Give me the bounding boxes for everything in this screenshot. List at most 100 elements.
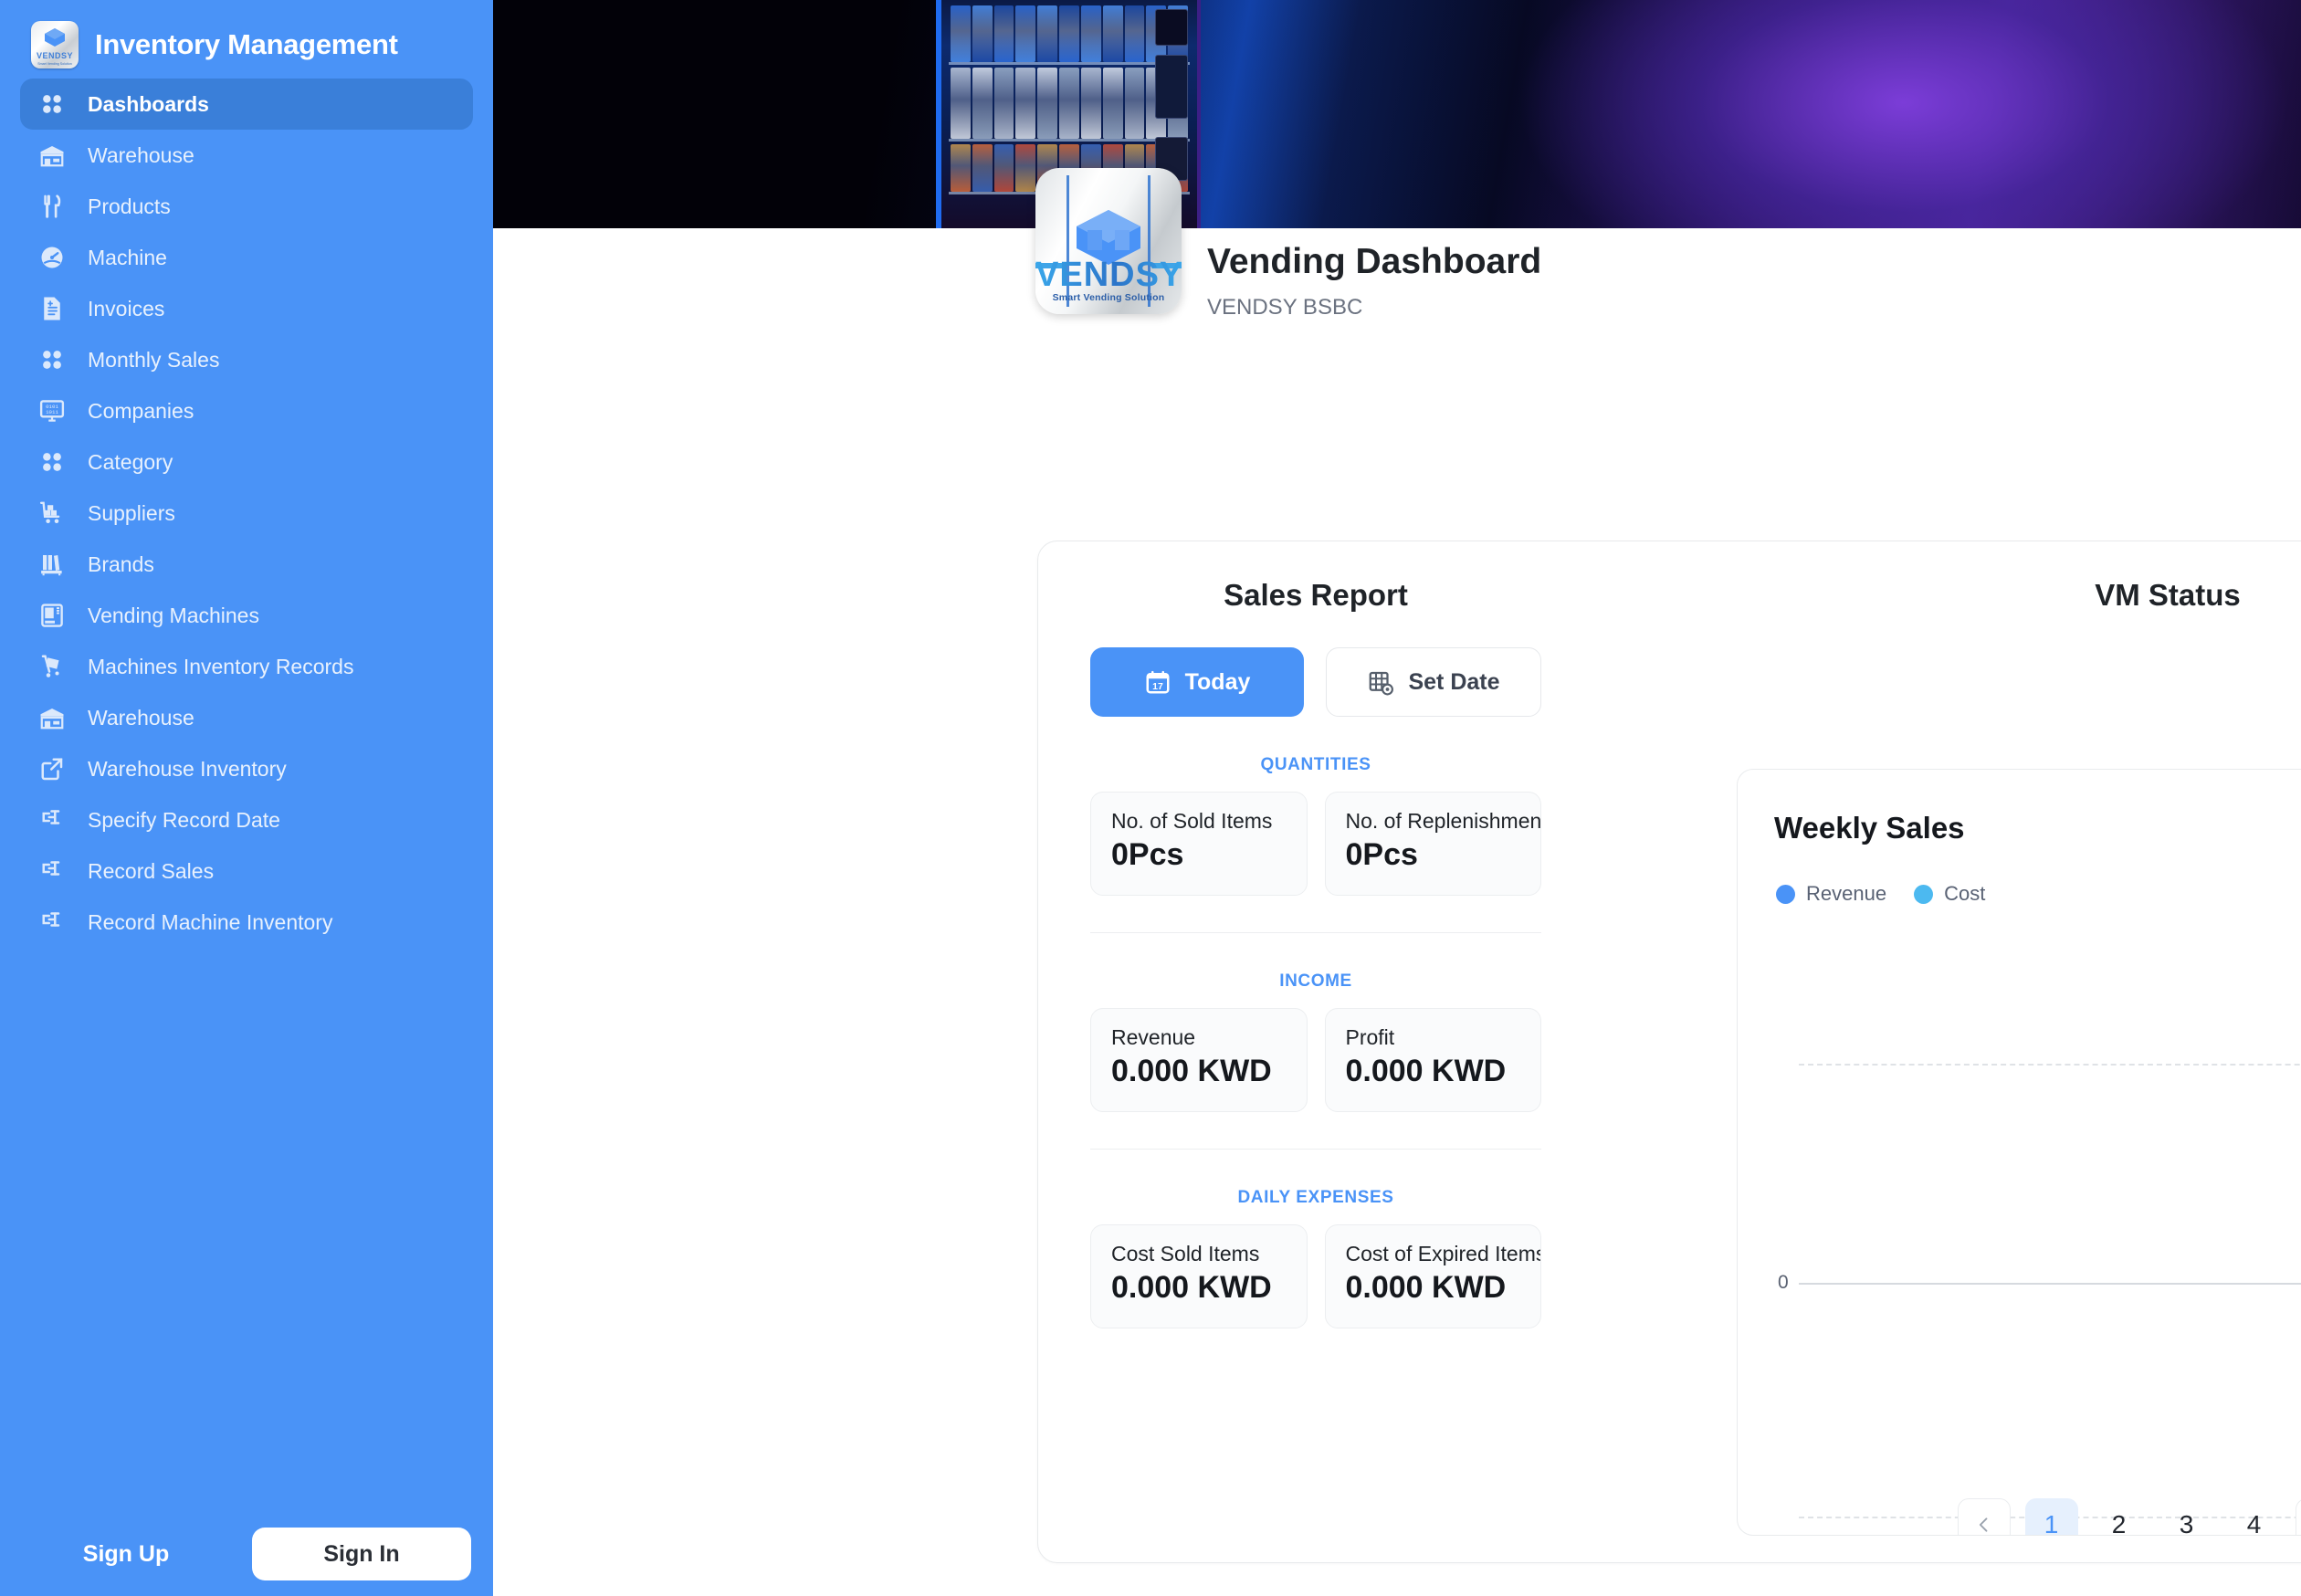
stat-card: No. of Replenishmen... 0Pcs — [1324, 792, 1541, 896]
sign-up-button[interactable]: Sign Up — [0, 1541, 252, 1568]
section-divider — [1090, 1149, 1541, 1150]
books-shelf-icon — [37, 549, 68, 580]
sidebar-item-label: Category — [88, 449, 173, 474]
calendar-17-icon: 17 — [1146, 670, 1170, 694]
link-node-icon — [37, 856, 68, 887]
sales-report-pane: Sales Report 17 Today Set Date QUANTITIE… — [1038, 541, 1593, 1562]
grid-dots-icon — [37, 446, 68, 478]
hero-banner-image — [493, 0, 2301, 228]
sidebar-item-label: Vending Machines — [88, 603, 259, 627]
sidebar-header: VENDSY Smart Vending Solution Inventory … — [0, 0, 493, 79]
legend-item-cost[interactable]: Cost — [1914, 882, 1985, 906]
legend-label-revenue: Revenue — [1806, 882, 1887, 905]
vending-product-row — [951, 68, 1188, 139]
sidebar-item-label: Dashboards — [88, 91, 209, 116]
stat-card: No. of Sold Items 0Pcs — [1090, 792, 1308, 896]
section-label-income: INCOME — [1279, 971, 1352, 991]
stat-card: Cost Sold Items 0.000 KWD — [1090, 1224, 1308, 1328]
set-date-button[interactable]: Set Date — [1326, 647, 1541, 717]
sidebar-item-warehouse[interactable]: Warehouse — [20, 130, 473, 181]
sign-in-button[interactable]: Sign In — [252, 1528, 471, 1580]
stat-row: Revenue 0.000 KWD Profit 0.000 KWD — [1090, 1008, 1541, 1112]
sidebar-item-vending-machines[interactable]: Vending Machines — [20, 590, 473, 641]
sidebar-item-dashboards[interactable]: Dashboards — [20, 79, 473, 130]
chart-title: Weekly Sales — [1774, 811, 1965, 845]
sales-report-title: Sales Report — [1224, 578, 1408, 612]
app-root: VENDSY Smart Vending Solution Inventory … — [0, 0, 2301, 1596]
today-button[interactable]: 17 Today — [1090, 647, 1304, 717]
pagination-prev-button[interactable] — [1957, 1498, 2011, 1535]
stat-card: Cost of Expired Items 0.000 KWD — [1324, 1224, 1541, 1328]
pagination-page-4[interactable]: 4 — [2228, 1498, 2281, 1535]
sidebar-item-warehouse[interactable]: Warehouse — [20, 692, 473, 743]
grid-dots-icon — [37, 344, 68, 375]
stat-label: No. of Replenishmen... — [1345, 809, 1541, 833]
sidebar-item-category[interactable]: Category — [20, 436, 473, 488]
app-logo-text: VENDSY — [36, 51, 73, 60]
weekly-sales-chart-card: Weekly Sales Revenue Cost 0 1 2 3 4 — [1737, 769, 2301, 1536]
vendsy-mark-icon — [45, 27, 65, 47]
chart-pagination: 1 2 3 4 — [1738, 1498, 2301, 1535]
svg-text:17: 17 — [1152, 681, 1163, 692]
sidebar-item-record-sales[interactable]: Record Sales — [20, 845, 473, 897]
stat-value: 0.000 KWD — [1111, 1270, 1272, 1305]
legend-item-revenue[interactable]: Revenue — [1776, 882, 1886, 906]
sidebar-item-brands[interactable]: Brands — [20, 539, 473, 590]
sidebar-item-label: Invoices — [88, 296, 165, 320]
sidebar-item-invoices[interactable]: Invoices — [20, 283, 473, 334]
profile-logo-text: VENDSY — [1035, 256, 1182, 294]
vending-control-panel — [1155, 55, 1188, 119]
sidebar-item-companies[interactable]: 0101 1011 Companies — [20, 385, 473, 436]
stat-card: Profit 0.000 KWD — [1324, 1008, 1541, 1112]
stat-card: Revenue 0.000 KWD — [1090, 1008, 1308, 1112]
stat-value: 0Pcs — [1111, 837, 1184, 872]
stat-value: 0Pcs — [1345, 837, 1418, 872]
chevron-left-icon — [1979, 1517, 1987, 1532]
warehouse-icon — [37, 140, 68, 171]
sidebar-item-warehouse-inventory[interactable]: Warehouse Inventory — [20, 743, 473, 794]
pagination-page-3[interactable]: 3 — [2160, 1498, 2213, 1535]
vm-status-title: VM Status — [2095, 578, 2241, 612]
pagination-page-2[interactable]: 2 — [2093, 1498, 2146, 1535]
sidebar-item-machine[interactable]: Machine — [20, 232, 473, 283]
vm-status-pane: VM Status Weekly Sales Revenue Cost 0 1 … — [1593, 541, 2301, 1562]
link-node-icon — [37, 907, 68, 938]
sidebar-item-label: Suppliers — [88, 500, 175, 525]
page-title: Vending Dashboard — [1207, 242, 1542, 281]
stat-value: 0.000 KWD — [1345, 1270, 1507, 1305]
sidebar-item-label: Machines Inventory Records — [88, 654, 354, 678]
sidebar-item-label: Record Sales — [88, 858, 215, 883]
chart-gridline-top — [1799, 1064, 2301, 1066]
fork-knife-icon — [37, 191, 68, 222]
sidebar-item-label: Monthly Sales — [88, 347, 220, 372]
page-subtitle: VENDSY BSBC — [1207, 295, 1363, 320]
chart-plot-area: 0 1/24/2024 1 2 3 4 — [1738, 1044, 2301, 1535]
legend-swatch-revenue — [1776, 884, 1795, 904]
sidebar-item-label: Specify Record Date — [88, 807, 280, 832]
section-divider — [1090, 932, 1541, 933]
pagination-next-button[interactable] — [2295, 1498, 2301, 1535]
sidebar-item-label: Warehouse — [88, 142, 194, 167]
set-date-button-label: Set Date — [1408, 668, 1500, 695]
app-title: Inventory Management — [95, 28, 398, 60]
sidebar-item-monthly-sales[interactable]: Monthly Sales — [20, 334, 473, 385]
sidebar-item-suppliers[interactable]: Suppliers — [20, 488, 473, 539]
sidebar-item-label: Machine — [88, 245, 167, 269]
stat-label: Revenue — [1111, 1025, 1196, 1049]
sidebar-item-products[interactable]: Products — [20, 181, 473, 232]
chart-y-tick-0: 0 — [1778, 1272, 1789, 1293]
vending-shelf — [949, 62, 1190, 65]
stat-label: No. of Sold Items — [1111, 809, 1273, 833]
profile-logo: VENDSY Smart Vending Solution — [1035, 168, 1182, 314]
profile-logo-tagline: Smart Vending Solution — [1052, 292, 1165, 303]
sidebar-item-record-machine-inventory[interactable]: Record Machine Inventory — [20, 897, 473, 948]
warehouse-icon — [37, 702, 68, 733]
hand-truck-icon — [37, 651, 68, 682]
sidebar-item-specify-record-date[interactable]: Specify Record Date — [20, 794, 473, 845]
sidebar-footer: Sign Up Sign In — [0, 1512, 493, 1596]
sidebar-item-machines-inventory-records[interactable]: Machines Inventory Records — [20, 641, 473, 692]
profile-header: VENDSY Smart Vending Solution Vending Da… — [493, 168, 2301, 347]
stat-label: Cost of Expired Items — [1345, 1242, 1541, 1265]
app-logo: VENDSY Smart Vending Solution — [31, 21, 79, 68]
pagination-page-1[interactable]: 1 — [2024, 1498, 2078, 1535]
